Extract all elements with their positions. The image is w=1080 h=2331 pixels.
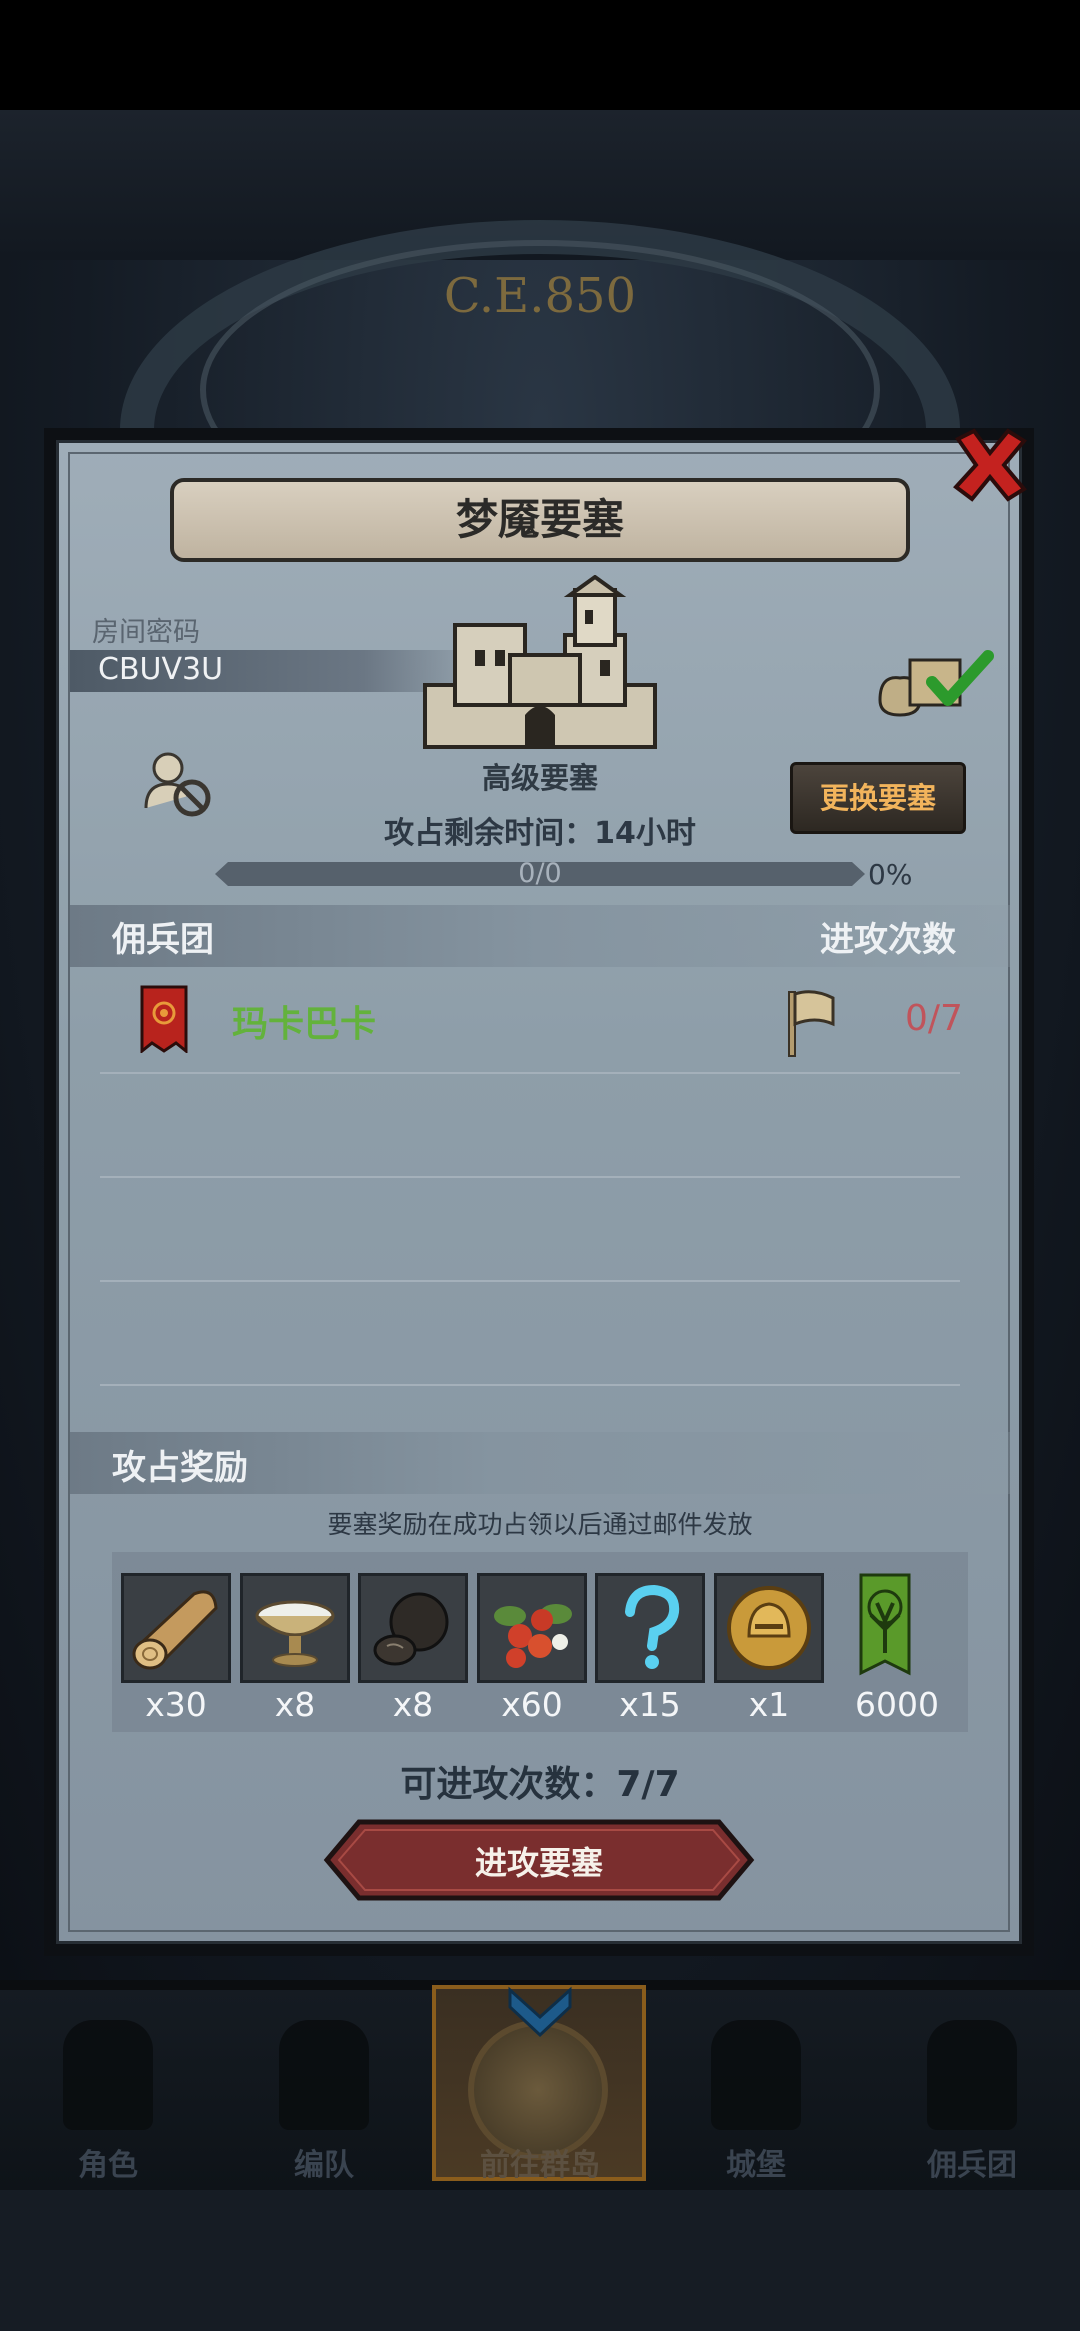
reward-qty: x60	[501, 1685, 563, 1724]
empty-row	[100, 1280, 960, 1386]
progress-value: 0/0	[518, 858, 562, 889]
question-mark-icon	[625, 1584, 680, 1669]
nav-item-formation[interactable]: 编队	[224, 2000, 424, 2190]
reward-slot[interactable]	[358, 1573, 468, 1683]
reward-header: 攻占奖励	[112, 1448, 248, 1488]
time-remaining: 攻占剩余时间：14小时	[384, 816, 696, 851]
mercenary-header: 佣兵团	[112, 920, 214, 960]
close-icon[interactable]	[950, 425, 1030, 505]
reward-slot[interactable]	[240, 1573, 350, 1683]
knight-icon	[63, 2020, 153, 2130]
dialog-title: 梦魇要塞	[170, 478, 910, 562]
room-password-value[interactable]: CBUV3U	[98, 652, 223, 687]
status-bar	[0, 0, 1080, 110]
silver-bowl-icon	[255, 1600, 335, 1667]
berries-icon	[494, 1604, 572, 1668]
nav-label: 佣兵团	[927, 2148, 1017, 2183]
castle-icon	[711, 2020, 801, 2130]
change-fortress-button[interactable]: 更换要塞	[790, 762, 966, 834]
flag-icon	[788, 990, 835, 1057]
warrior-icon	[927, 2020, 1017, 2130]
truffle-icon	[373, 1592, 449, 1666]
nav-label: 编队	[294, 2148, 354, 2183]
nav-label: 城堡	[726, 2148, 786, 2183]
nav-label: 角色	[78, 2148, 138, 2183]
reward-slot[interactable]	[477, 1573, 587, 1683]
reward-note: 要塞奖励在成功占领以后通过邮件发放	[327, 1510, 753, 1539]
nav-item-character[interactable]: 角色	[8, 2000, 208, 2190]
room-password-label: 房间密码	[92, 617, 200, 648]
reward-qty: x30	[145, 1685, 207, 1724]
fortress-icon	[423, 575, 657, 749]
nav-item-mercenary[interactable]: 佣兵团	[872, 2000, 1072, 2190]
hide-user-icon[interactable]	[140, 750, 220, 820]
gold-helmet-coin-icon	[727, 1586, 811, 1670]
reward-qty: x8	[392, 1685, 434, 1724]
progress-percent: 0%	[868, 858, 913, 891]
reward-slot[interactable]	[595, 1573, 705, 1683]
reward-qty: x1	[748, 1685, 790, 1724]
reward-slot[interactable]	[714, 1573, 824, 1683]
loot-claimed-icon[interactable]	[870, 640, 1000, 720]
reward-qty: x15	[619, 1685, 681, 1724]
attack-count-header: 进攻次数	[820, 920, 956, 960]
reward-qty: 6000	[855, 1685, 939, 1724]
empty-row	[100, 1176, 960, 1282]
reward-slot[interactable]	[833, 1573, 943, 1683]
guild-attack-count: 0/7	[905, 998, 963, 1039]
nav-item-islands[interactable]: 前往群岛	[440, 2000, 640, 2190]
helmet-icon	[279, 2020, 369, 2130]
reward-qty: x8	[274, 1685, 316, 1724]
empty-row	[100, 1072, 960, 1178]
guild-banner-icon	[140, 985, 188, 1053]
wood-log-icon	[132, 1590, 218, 1670]
fortress-level: 高级要塞	[481, 761, 598, 795]
nav-label: 前往群岛	[480, 2148, 600, 2183]
attack-button-label[interactable]: 进攻要塞	[323, 1838, 755, 1884]
available-attacks: 可进攻次数：7/7	[400, 1764, 680, 1805]
tree-banner-icon	[859, 1573, 911, 1676]
reward-slot[interactable]	[121, 1573, 231, 1683]
footer-band	[0, 2190, 1080, 2331]
nav-item-castle[interactable]: 城堡	[656, 2000, 856, 2190]
era-text: C.E.850	[443, 268, 637, 324]
guild-name[interactable]: 玛卡巴卡	[232, 995, 376, 1047]
